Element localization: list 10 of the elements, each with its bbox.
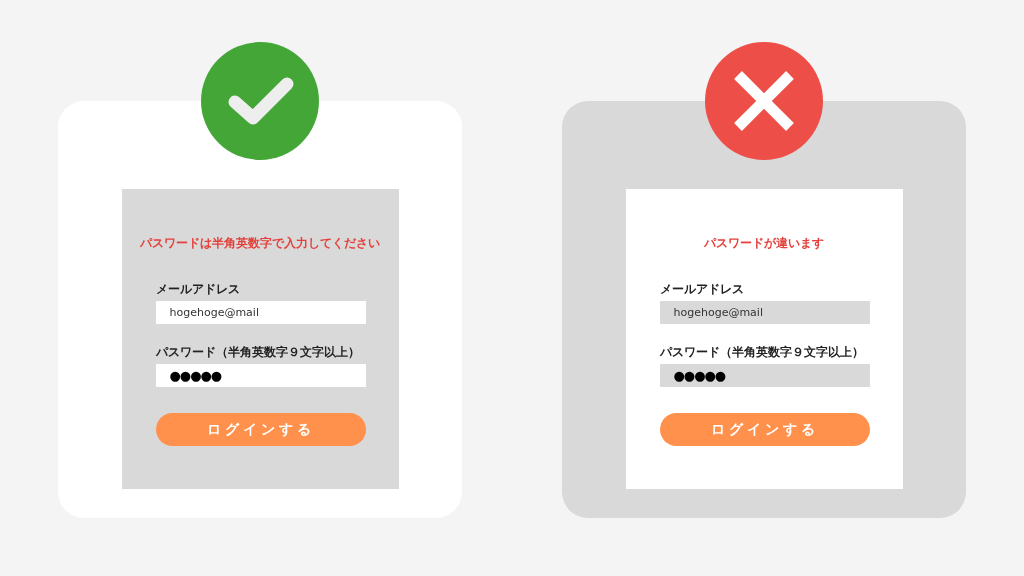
field-label: メールアドレス [659,281,745,297]
password-field[interactable]: ●●●●● [659,364,870,387]
error-message: パスワードは半角英数字で入力してください [139,235,381,252]
password-field[interactable]: ●●●●● [155,364,366,387]
field-label: メールアドレス [155,281,241,297]
field-label: パスワード（半角英数字９文字以上） [659,344,865,360]
error-message: パスワードが違います [703,235,825,252]
email-field[interactable]: hogehoge@mail [155,301,366,324]
email-field[interactable]: hogehoge@mail [659,301,870,324]
field-label: パスワード（半角英数字９文字以上） [155,344,361,360]
